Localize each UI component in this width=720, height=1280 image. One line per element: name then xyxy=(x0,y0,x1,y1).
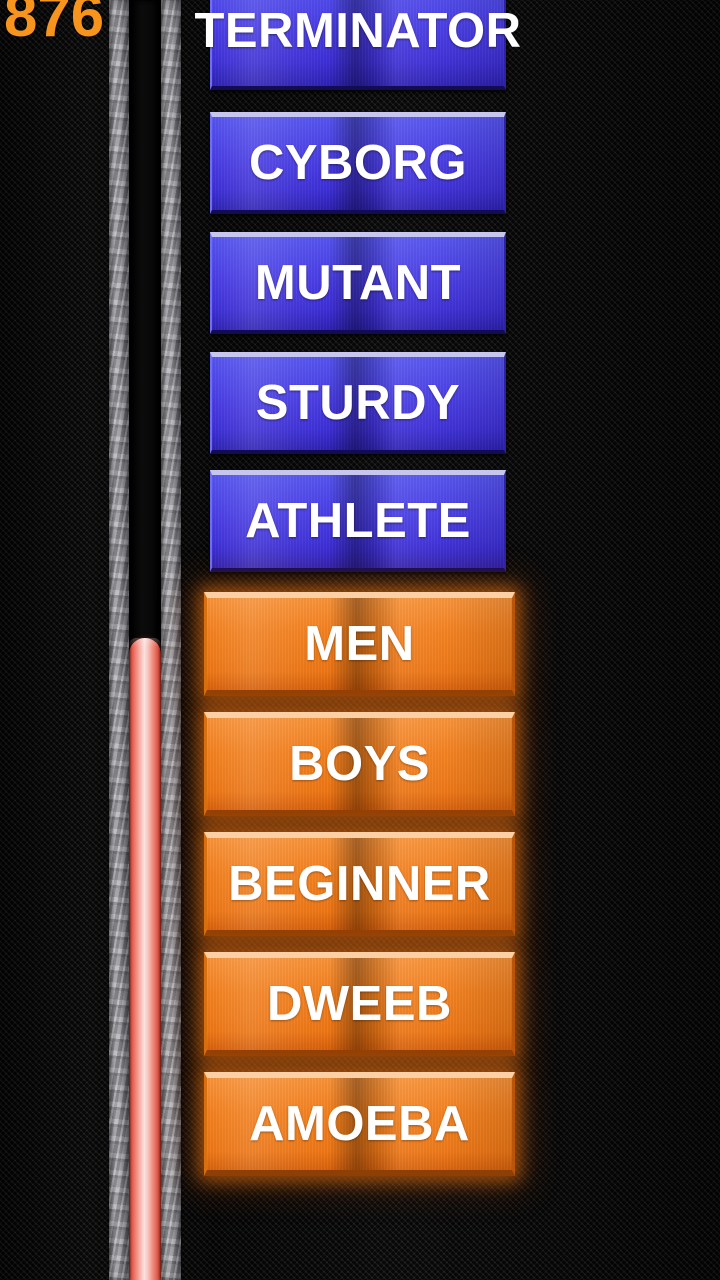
difficulty-button-dweeb[interactable]: DWEEB xyxy=(204,952,515,1056)
difficulty-button-label: BOYS xyxy=(289,736,430,791)
difficulty-button-label: MEN xyxy=(304,616,415,671)
difficulty-button-label: TERMINATOR xyxy=(194,4,522,58)
difficulty-button-label: STURDY xyxy=(255,376,461,430)
difficulty-button-label: ATHLETE xyxy=(245,494,471,548)
difficulty-button-mutant[interactable]: MUTANT xyxy=(210,232,506,334)
difficulty-button-label: AMOEBA xyxy=(249,1096,470,1151)
difficulty-button-cyborg[interactable]: CYBORG xyxy=(210,112,506,214)
difficulty-button-label: DWEEB xyxy=(267,976,452,1031)
difficulty-button-label: CYBORG xyxy=(248,136,468,190)
difficulty-button-terminator[interactable]: TERMINATOR xyxy=(194,0,521,90)
difficulty-button-label: MUTANT xyxy=(254,256,462,310)
difficulty-button-athlete[interactable]: ATHLETE xyxy=(210,470,506,572)
difficulty-button-boys[interactable]: BOYS xyxy=(204,712,515,816)
difficulty-button-label: BEGINNER xyxy=(228,856,491,911)
difficulty-button-beginner[interactable]: BEGINNER xyxy=(204,832,515,936)
difficulty-button-list: TERMINATOR CYBORG MUTANT STURDY ATHLETE MEN BO… xyxy=(0,0,720,1280)
game-screen: 876 TERMINATOR CYBORG MUTANT STURDY ATHLETE M… xyxy=(0,0,720,1280)
difficulty-button-sturdy[interactable]: STURDY xyxy=(210,352,506,454)
difficulty-button-amoeba[interactable]: AMOEBA xyxy=(204,1072,515,1176)
difficulty-button-men[interactable]: MEN xyxy=(204,592,515,696)
